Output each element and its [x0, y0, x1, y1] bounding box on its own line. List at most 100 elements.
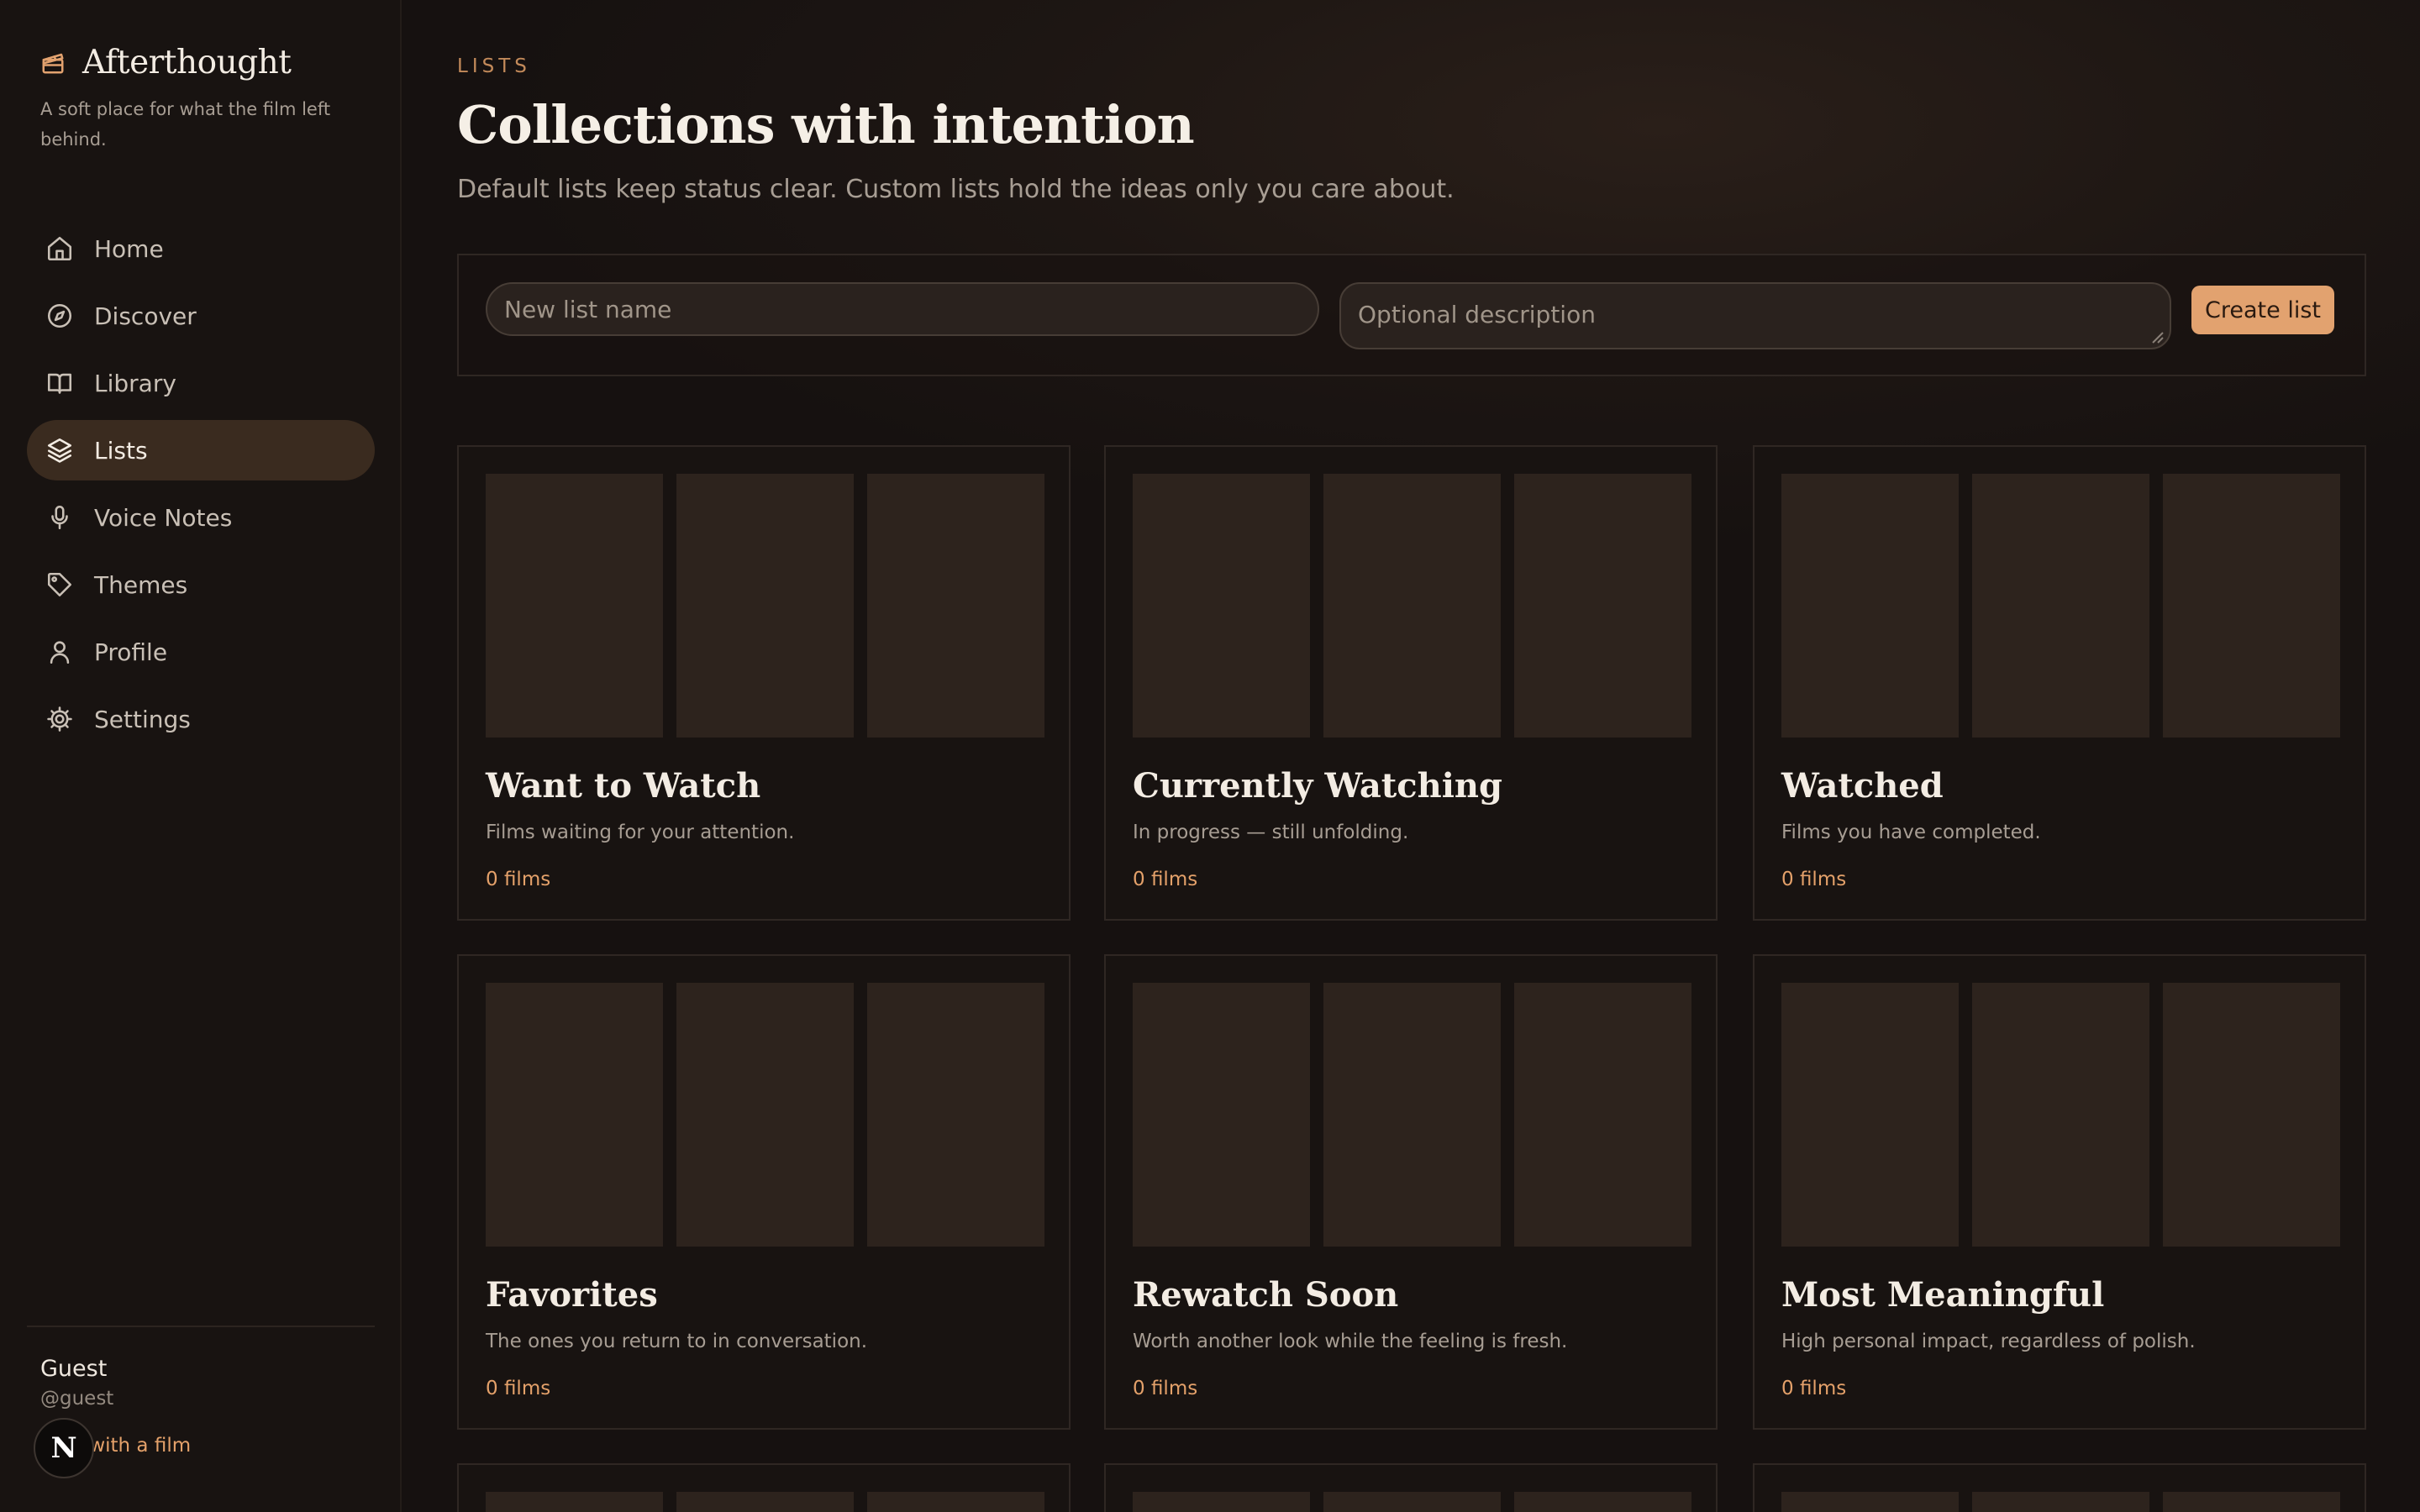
main-content: LISTS Collections with intention Default… — [402, 0, 2420, 1512]
poster-stack — [1133, 474, 1691, 738]
poster-placeholder — [1323, 1492, 1501, 1512]
list-card-want-to-watch[interactable]: Want to Watch Films waiting for your att… — [457, 445, 1071, 921]
poster-placeholder — [867, 1492, 1044, 1512]
sidebar-item-discover[interactable]: Discover — [27, 286, 375, 346]
list-description: In progress — still unfolding. — [1133, 822, 1409, 843]
sidebar-item-settings[interactable]: Settings — [27, 689, 375, 749]
list-description-input[interactable] — [1339, 282, 2171, 349]
list-title: Favorites — [486, 1275, 658, 1315]
poster-placeholder — [676, 983, 854, 1247]
poster-placeholder — [867, 474, 1044, 738]
list-title: Currently Watching — [1133, 766, 1502, 806]
list-count: 0 films — [486, 1378, 551, 1399]
list-count: 0 films — [486, 869, 551, 890]
sidebar-item-label: Lists — [94, 436, 148, 465]
next-logo-badge[interactable]: N — [34, 1418, 94, 1478]
sidebar-item-label: Home — [94, 234, 164, 263]
list-card-currently-watching[interactable]: Currently Watching In progress — still u… — [1104, 445, 1718, 921]
list-count: 0 films — [1781, 869, 1847, 890]
poster-placeholder — [1133, 474, 1310, 738]
brand[interactable]: Afterthought — [40, 44, 292, 81]
sidebar-divider — [27, 1326, 375, 1327]
sidebar-item-themes[interactable]: Themes — [27, 554, 375, 615]
list-description: Films you have completed. — [1781, 822, 2041, 843]
resize-handle-icon[interactable] — [2148, 328, 2165, 344]
sidebar-item-label: Themes — [94, 570, 188, 599]
layers-icon — [47, 438, 72, 463]
poster-placeholder — [1323, 983, 1501, 1247]
poster-placeholder — [1514, 474, 1691, 738]
page-eyebrow: LISTS — [457, 55, 531, 77]
sidebar-item-label: Library — [94, 369, 176, 397]
poster-stack — [486, 983, 1044, 1247]
list-card-partial[interactable] — [457, 1463, 1071, 1512]
poster-placeholder — [1781, 474, 1959, 738]
sidebar-item-voice-notes[interactable]: Voice Notes — [27, 487, 375, 548]
list-count: 0 films — [1781, 1378, 1847, 1399]
list-description: Worth another look while the feeling is … — [1133, 1331, 1568, 1352]
sidebar-item-label: Profile — [94, 638, 168, 666]
list-title: Want to Watch — [486, 766, 761, 806]
clapperboard-icon — [42, 53, 64, 73]
compass-icon — [47, 303, 72, 328]
list-card-most-meaningful[interactable]: Most Meaningful High personal impact, re… — [1753, 954, 2366, 1430]
brand-name: Afterthought — [82, 44, 292, 81]
page-title: Collections with intention — [457, 94, 1195, 155]
create-list-form: Create list — [457, 254, 2366, 376]
sidebar-item-profile[interactable]: Profile — [27, 622, 375, 682]
create-list-button[interactable]: Create list — [2191, 286, 2334, 334]
list-card-rewatch-soon[interactable]: Rewatch Soon Worth another look while th… — [1104, 954, 1718, 1430]
list-description: Films waiting for your attention. — [486, 822, 795, 843]
poster-placeholder — [676, 474, 854, 738]
poster-placeholder — [1781, 1492, 1959, 1512]
sidebar-item-label: Voice Notes — [94, 503, 233, 532]
list-name-input[interactable] — [486, 282, 1319, 336]
poster-placeholder — [1972, 983, 2149, 1247]
poster-stack — [1781, 474, 2340, 738]
poster-stack — [1133, 983, 1691, 1247]
poster-placeholder — [867, 983, 1044, 1247]
sidebar-item-lists[interactable]: Lists — [27, 420, 375, 480]
list-title: Most Meaningful — [1781, 1275, 2105, 1315]
book-icon — [47, 373, 72, 394]
brand-tagline: A soft place for what the film left behi… — [40, 99, 331, 150]
list-card-partial[interactable] — [1104, 1463, 1718, 1512]
sidebar-item-home[interactable]: Home — [27, 218, 375, 279]
poster-placeholder — [1972, 474, 2149, 738]
poster-stack — [1781, 1492, 2340, 1512]
sidebar-item-label: Discover — [94, 302, 197, 330]
poster-placeholder — [1133, 983, 1310, 1247]
list-count: 0 films — [1133, 1378, 1198, 1399]
poster-stack — [486, 1492, 1044, 1512]
list-card-watched[interactable]: Watched Films you have completed. 0 film… — [1753, 445, 2366, 921]
poster-placeholder — [1972, 1492, 2149, 1512]
poster-stack — [1781, 983, 2340, 1247]
gear-icon — [47, 706, 72, 732]
poster-placeholder — [1514, 1492, 1691, 1512]
poster-placeholder — [1133, 1492, 1310, 1512]
poster-placeholder — [486, 983, 663, 1247]
poster-placeholder — [1781, 983, 1959, 1247]
home-icon — [47, 236, 72, 261]
list-description: The ones you return to in conversation. — [486, 1331, 868, 1352]
microphone-icon — [51, 505, 68, 530]
list-card-favorites[interactable]: Favorites The ones you return to in conv… — [457, 954, 1071, 1430]
list-card-partial[interactable] — [1753, 1463, 2366, 1512]
sidebar-nav: Home Discover Library Lists Voice Notes … — [27, 218, 375, 756]
sidebar: Afterthought A soft place for what the f… — [0, 0, 402, 1512]
poster-placeholder — [2163, 1492, 2340, 1512]
poster-placeholder — [486, 474, 663, 738]
poster-placeholder — [2163, 474, 2340, 738]
sidebar-item-label: Settings — [94, 705, 191, 733]
poster-placeholder — [676, 1492, 854, 1512]
poster-placeholder — [486, 1492, 663, 1512]
poster-placeholder — [2163, 983, 2340, 1247]
poster-placeholder — [1514, 983, 1691, 1247]
user-name: Guest — [40, 1356, 108, 1382]
list-title: Watched — [1781, 766, 1944, 806]
list-count: 0 films — [1133, 869, 1198, 890]
user-icon — [50, 641, 70, 664]
sidebar-item-library[interactable]: Library — [27, 353, 375, 413]
poster-stack — [1133, 1492, 1691, 1512]
user-handle: @guest — [40, 1388, 114, 1410]
